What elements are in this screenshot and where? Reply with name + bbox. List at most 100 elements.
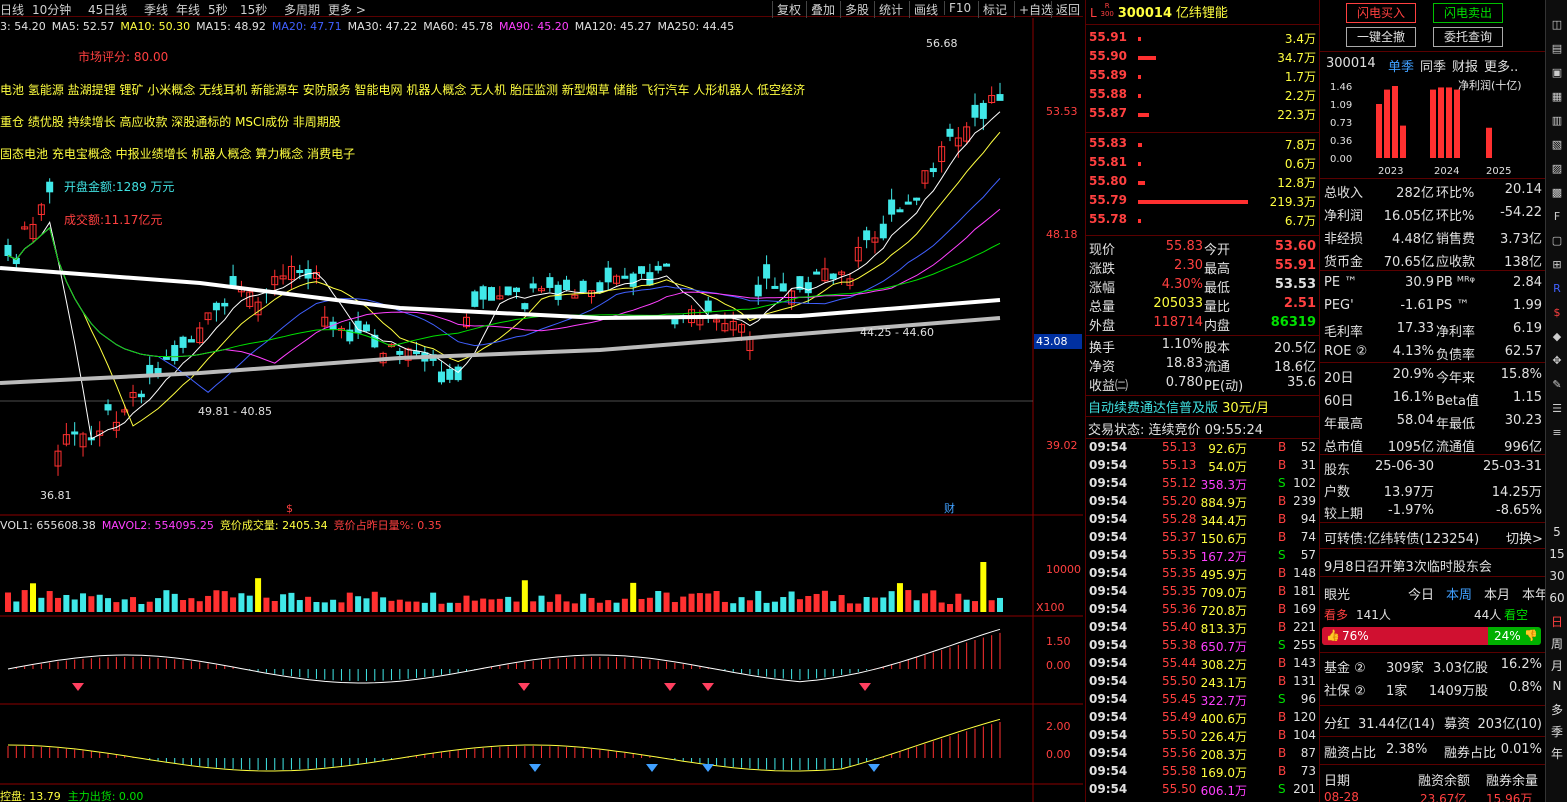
ask-row[interactable]: 55.91 3.4万 (1086, 29, 1319, 48)
doc-icon[interactable]: ▥ (1546, 114, 1567, 127)
toolbar-btn-4[interactable]: 画线 (909, 1, 942, 18)
period-tab-6[interactable]: 15秒 (240, 1, 267, 18)
shareholder-meeting-notice[interactable]: 9月8日召开第3次临时股东会 (1324, 556, 1492, 575)
calendar-icon[interactable]: ▧ (1546, 138, 1567, 151)
range-label-2: 44.25 - 44.60 (860, 326, 934, 339)
dollar-icon[interactable]: $ (1546, 306, 1567, 319)
sidebar-period-1[interactable]: 15 (1546, 547, 1567, 561)
sidebar-period-2[interactable]: 30 (1546, 569, 1567, 583)
sidebar-period-7[interactable]: N (1546, 679, 1567, 693)
tick-row[interactable]: 09:54 55.58 169.0万 B 73 (1086, 763, 1319, 781)
cancel-all-button[interactable]: 一键全撤 (1346, 27, 1416, 47)
sidebar-period-5[interactable]: 周 (1546, 635, 1567, 652)
toolbar-btn-3[interactable]: 统计 (874, 1, 907, 18)
sidebar-period-4[interactable]: 日 (1546, 613, 1567, 630)
ask-volume-bar (1138, 113, 1149, 117)
tick-list[interactable]: 09:54 55.13 92.6万 B 52 09:54 55.13 54.0万 B 31 09:5… (1086, 439, 1319, 801)
toolbar-btn-8[interactable]: 返回 (1051, 1, 1084, 18)
sidebar-period-0[interactable]: 5 (1546, 525, 1567, 539)
app-icon[interactable]: ◫ (1546, 18, 1567, 31)
tick-row[interactable]: 09:54 55.44 308.2万 B 143 (1086, 655, 1319, 673)
tick-row[interactable]: 09:54 55.12 358.3万 S 102 (1086, 475, 1319, 493)
chevron-down-icon[interactable]: ⌄ (1428, 259, 1436, 270)
tick-row[interactable]: 09:54 55.56 208.3万 B 87 (1086, 745, 1319, 763)
tick-row[interactable]: 09:54 55.28 344.4万 B 94 (1086, 511, 1319, 529)
grid-icon[interactable]: ▤ (1546, 42, 1567, 55)
tick-row[interactable]: 09:54 55.36 720.8万 B 169 (1086, 601, 1319, 619)
volume-bar (963, 599, 970, 612)
rss-icon[interactable]: R (1546, 282, 1567, 295)
chart-icon[interactable]: ▦ (1546, 90, 1567, 103)
sidebar-period-6[interactable]: 月 (1546, 657, 1567, 674)
period-tab-8[interactable]: 更多 > (328, 1, 366, 18)
sidebar-period-8[interactable]: 多 (1546, 701, 1567, 718)
candle-body (162, 356, 170, 360)
bid-row[interactable]: 55.79 219.3万 (1086, 192, 1319, 211)
pen-icon[interactable]: ✎ (1546, 378, 1567, 391)
switch-link[interactable]: 切换> (1506, 528, 1543, 547)
ask-row[interactable]: 55.89 1.7万 (1086, 67, 1319, 86)
tick-row[interactable]: 09:54 55.40 813.3万 B 221 (1086, 619, 1319, 637)
ask-row[interactable]: 55.90 34.7万 (1086, 48, 1319, 67)
bid-row[interactable]: 55.78 6.7万 (1086, 211, 1319, 230)
list-icon[interactable]: ▣ (1546, 66, 1567, 79)
flash-buy-button[interactable]: 闪电买入 (1346, 3, 1416, 23)
eye-tab-2[interactable]: 本月 (1484, 588, 1510, 603)
kline-chart-svg[interactable]: 53.53 48.18 39.02 43.08 10000 X100 1.50 0.00 2.0… (0, 18, 1083, 802)
tick-row[interactable]: 09:54 55.35 709.0万 B 181 (1086, 583, 1319, 601)
book-icon[interactable]: ▨ (1546, 162, 1567, 175)
f10-icon[interactable]: F (1546, 210, 1567, 223)
ask-row[interactable]: 55.87 22.3万 (1086, 105, 1319, 124)
period-tab-7[interactable]: 多周期 (284, 1, 320, 18)
tick-row[interactable]: 09:54 55.20 884.9万 B 239 (1086, 493, 1319, 511)
sidebar-period-9[interactable]: 季 (1546, 723, 1567, 740)
shield-icon[interactable]: ◆ (1546, 330, 1567, 343)
ask-row[interactable]: 55.88 2.2万 (1086, 86, 1319, 105)
menu-icon[interactable]: ≡ (1546, 426, 1567, 439)
toolbar-btn-2[interactable]: 多股 (840, 1, 873, 18)
period-tab-0[interactable]: 日线 (0, 1, 24, 18)
tick-row[interactable]: 09:54 55.50 243.1万 B 131 (1086, 673, 1319, 691)
tick-row[interactable]: 09:54 55.13 54.0万 B 31 (1086, 457, 1319, 475)
tick-row[interactable]: 09:54 55.38 650.7万 S 255 (1086, 637, 1319, 655)
bid-row[interactable]: 55.81 0.6万 (1086, 154, 1319, 173)
tick-row[interactable]: 09:54 55.49 400.6万 B 120 (1086, 709, 1319, 727)
order-query-button[interactable]: 委托查询 (1433, 27, 1503, 47)
profit-y-tick: 0.36 (1330, 136, 1352, 147)
tick-row[interactable]: 09:54 55.35 495.9万 B 148 (1086, 565, 1319, 583)
eye-tab-0[interactable]: 今日 (1408, 588, 1434, 603)
sidebar-period-10[interactable]: 年 (1546, 745, 1567, 762)
eye-tab-1[interactable]: 本周 (1446, 588, 1472, 603)
period-tab-2[interactable]: 45日线 (88, 1, 127, 18)
fund-label: 基金 ② (1324, 661, 1366, 676)
period-tab-5[interactable]: 5秒 (208, 1, 228, 18)
kline-chart-area[interactable]: 53.53 48.18 39.02 43.08 10000 X100 1.50 0.00 2.0… (0, 18, 1083, 802)
move-icon[interactable]: ✥ (1546, 354, 1567, 367)
gear-icon[interactable]: ▢ (1546, 234, 1567, 247)
period-tab-1[interactable]: 10分钟 (32, 1, 71, 18)
bid-row[interactable]: 55.80 12.8万 (1086, 173, 1319, 192)
tick-row[interactable]: 09:54 55.35 167.2万 S 57 (1086, 547, 1319, 565)
volume-bar (596, 602, 603, 612)
tick-count: 104 (1293, 728, 1316, 742)
tick-row[interactable]: 09:54 55.50 606.1万 S 201 (1086, 781, 1319, 799)
tick-row[interactable]: 09:54 55.37 150.6万 B 74 (1086, 529, 1319, 547)
promo-banner[interactable]: 自动续费通达信普及版 30元/月 (1088, 397, 1269, 416)
tick-row[interactable]: 09:54 55.45 322.7万 S 96 (1086, 691, 1319, 709)
toolbar-btn-0[interactable]: 复权 (772, 1, 805, 18)
volume-bar (138, 603, 145, 612)
period-tab-4[interactable]: 年线 (176, 1, 200, 18)
toolbar-btn-6[interactable]: 标记 (978, 1, 1011, 18)
toolbar-btn-5[interactable]: F10 (944, 1, 975, 15)
period-tab-3[interactable]: 季线 (144, 1, 168, 18)
tag-icon[interactable]: ⊞ (1546, 258, 1567, 271)
tick-row[interactable]: 09:54 55.50 226.4万 B 104 (1086, 727, 1319, 745)
tick-row[interactable]: 09:54 55.13 92.6万 B 52 (1086, 439, 1319, 457)
list-alt-icon[interactable]: ☰ (1546, 402, 1567, 415)
eye-tabs[interactable]: 今日 本周 本月 本年 (1408, 584, 1560, 603)
flash-sell-button[interactable]: 闪电卖出 (1433, 3, 1503, 23)
toolbar-btn-1[interactable]: 叠加 (806, 1, 839, 18)
bid-row[interactable]: 55.83 7.8万 (1086, 135, 1319, 154)
sidebar-period-3[interactable]: 60 (1546, 591, 1567, 605)
table-icon[interactable]: ▩ (1546, 186, 1567, 199)
